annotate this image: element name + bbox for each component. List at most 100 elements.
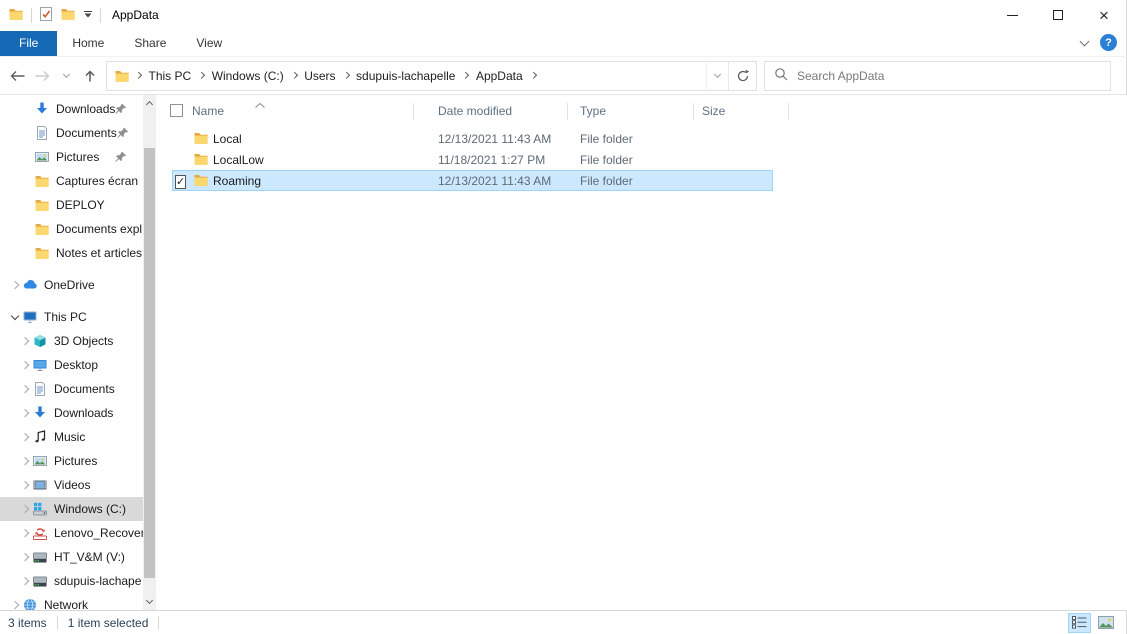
column-header-row: Name Date modified Type Size <box>160 100 1119 122</box>
column-header-type[interactable]: Type <box>580 104 606 118</box>
sidebar-item-onedrive[interactable]: OneDrive <box>0 273 143 297</box>
sidebar-item-downloads-qa[interactable]: Downloads <box>0 97 143 121</box>
pin-icon <box>115 103 127 115</box>
breadcrumb-appdata[interactable]: AppData <box>469 62 530 90</box>
expand-ribbon-icon[interactable] <box>1080 36 1090 46</box>
scroll-up-icon[interactable] <box>143 95 156 111</box>
address-dropdown-icon[interactable] <box>706 62 728 90</box>
close-button[interactable]: × <box>1081 0 1127 30</box>
maximize-button[interactable] <box>1035 0 1081 30</box>
sidebar-item-label: Network <box>44 598 88 610</box>
sidebar-item-music[interactable]: Music <box>0 425 143 449</box>
sidebar-item-pictures[interactable]: Pictures <box>0 449 143 473</box>
sidebar-item-label: HT_V&M (V:) <box>54 550 125 564</box>
back-button[interactable] <box>6 64 30 88</box>
tab-view[interactable]: View <box>181 31 237 56</box>
breadcrumb-windows-c[interactable]: Windows (C:) <box>205 62 291 90</box>
sidebar-item-downloads[interactable]: Downloads <box>0 401 143 425</box>
thumbnail-view-button[interactable] <box>1094 613 1117 633</box>
sidebar-item-windows-c[interactable]: Windows (C:) <box>0 497 143 521</box>
sidebar-item-documents[interactable]: Documents <box>0 377 143 401</box>
chevron-right-icon[interactable] <box>21 577 29 585</box>
search-input[interactable] <box>797 69 1101 83</box>
breadcrumb-chevron-icon[interactable] <box>291 72 297 78</box>
breadcrumb-chevron-icon[interactable] <box>463 72 469 78</box>
help-button[interactable]: ? <box>1100 34 1117 51</box>
file-row-roaming[interactable]: ✓ Roaming 12/13/2021 11:43 AM File folde… <box>160 170 1127 191</box>
scrollbar-thumb[interactable] <box>144 148 155 578</box>
details-view-button[interactable] <box>1068 613 1091 633</box>
forward-button[interactable] <box>30 64 54 88</box>
column-header-date-modified[interactable]: Date modified <box>438 104 512 118</box>
chevron-right-icon[interactable] <box>21 337 29 345</box>
chevron-right-icon[interactable] <box>21 457 29 465</box>
sidebar-item-network[interactable]: Network <box>0 593 143 610</box>
sidebar-item-documents-qa[interactable]: Documents <box>0 121 143 145</box>
folder-icon <box>34 245 50 261</box>
sidebar-item-label: Videos <box>54 478 90 492</box>
chevron-right-icon[interactable] <box>21 553 29 561</box>
tab-share[interactable]: Share <box>119 31 181 56</box>
items-count: 3 items <box>8 616 47 630</box>
breadcrumb-users[interactable]: Users <box>297 62 342 90</box>
breadcrumb-chevron-icon[interactable] <box>198 72 204 78</box>
chevron-right-icon[interactable] <box>21 361 29 369</box>
sidebar-item-sdupuis-drive[interactable]: sdupuis-lachape <box>0 569 143 593</box>
properties-icon[interactable] <box>39 6 53 25</box>
sidebar-item-lenovo-recovery[interactable]: Lenovo_Recover <box>0 521 143 545</box>
qat-customize-button[interactable] <box>83 8 93 22</box>
breadcrumb-chevron-icon[interactable] <box>135 72 141 78</box>
sidebar-item-documents-expl[interactable]: Documents expl <box>0 217 143 241</box>
up-button[interactable] <box>78 64 102 88</box>
sidebar-item-notes-et-articles[interactable]: Notes et articles <box>0 241 143 265</box>
tab-file[interactable]: File <box>0 31 57 56</box>
folder-icon <box>193 130 209 149</box>
minimize-button[interactable] <box>989 0 1035 30</box>
select-all-checkbox[interactable] <box>170 104 183 117</box>
chevron-right-icon[interactable] <box>11 601 19 609</box>
chevron-right-icon[interactable] <box>21 481 29 489</box>
breadcrumb-chevron-icon[interactable] <box>343 72 349 78</box>
breadcrumb-this-pc[interactable]: This PC <box>142 62 199 90</box>
chevron-right-icon[interactable] <box>11 281 19 289</box>
breadcrumb-user[interactable]: sdupuis-lachapelle <box>349 62 462 90</box>
sidebar-item-pictures-qa[interactable]: Pictures <box>0 145 143 169</box>
scroll-down-icon[interactable] <box>143 594 156 610</box>
folder-icon <box>193 172 209 191</box>
row-checkbox[interactable]: ✓ <box>175 175 186 189</box>
column-header-name[interactable]: Name <box>192 104 224 118</box>
chevron-right-icon[interactable] <box>21 385 29 393</box>
chevron-down-icon[interactable] <box>11 312 19 320</box>
document-icon <box>34 125 50 141</box>
sidebar-item-3d-objects[interactable]: 3D Objects <box>0 329 143 353</box>
sidebar-scrollbar[interactable] <box>143 95 156 610</box>
picture-icon <box>34 149 50 165</box>
sidebar-item-desktop[interactable]: Desktop <box>0 353 143 377</box>
ribbon-tab-row: File Home Share View ? <box>0 30 1127 57</box>
file-row-local[interactable]: Local 12/13/2021 11:43 AM File folder <box>160 128 1127 149</box>
address-folder-icon <box>114 68 130 84</box>
file-row-locallow[interactable]: LocalLow 11/18/2021 1:27 PM File folder <box>160 149 1127 170</box>
recent-locations-icon[interactable] <box>54 64 78 88</box>
chevron-right-icon[interactable] <box>21 433 29 441</box>
sort-ascending-icon <box>254 97 266 111</box>
new-folder-icon[interactable] <box>60 6 76 25</box>
sidebar-item-videos[interactable]: Videos <box>0 473 143 497</box>
chevron-right-icon[interactable] <box>21 409 29 417</box>
column-header-size[interactable]: Size <box>702 104 725 118</box>
quick-access-toolbar: AppData <box>0 6 159 25</box>
sidebar-item-ht-vm-drive[interactable]: HT_V&M (V:) <box>0 545 143 569</box>
sidebar-item-label: Captures écran <box>56 174 138 188</box>
address-bar[interactable]: This PC Windows (C:) Users sdupuis-lacha… <box>106 61 757 91</box>
breadcrumb-chevron-icon[interactable] <box>530 72 536 78</box>
recovery-drive-icon <box>32 525 48 541</box>
app-folder-icon[interactable] <box>8 6 24 25</box>
chevron-right-icon[interactable] <box>21 505 29 513</box>
refresh-icon[interactable] <box>728 62 756 90</box>
chevron-right-icon[interactable] <box>21 529 29 537</box>
sidebar-item-captures-ecran[interactable]: Captures écran <box>0 169 143 193</box>
sidebar-item-label: This PC <box>44 310 87 324</box>
sidebar-item-this-pc[interactable]: This PC <box>0 305 143 329</box>
sidebar-item-deploy[interactable]: DEPLOY <box>0 193 143 217</box>
tab-home[interactable]: Home <box>57 31 119 56</box>
